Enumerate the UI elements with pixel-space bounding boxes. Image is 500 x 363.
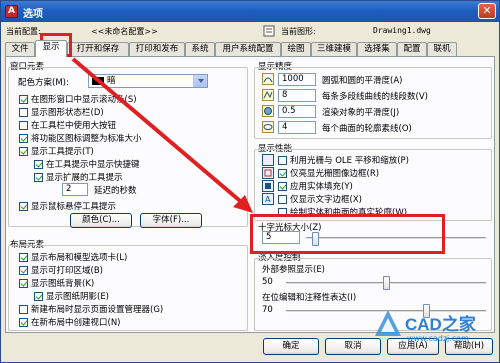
cad-logo-icon (375, 310, 401, 336)
watermark-url: www.cadzj.com (407, 334, 469, 343)
tab-display[interactable]: 显示 (35, 40, 67, 57)
watermark-brand: CAD之家 (405, 315, 476, 334)
options-dialog: A 选项 ✕ 当前配置: <<未命名配置>> 当前图形: Drawing1.dw… (0, 0, 500, 363)
cad-home-watermark: CAD之家 www.cadzj.com (373, 306, 493, 356)
ok-button[interactable]: 确定 (263, 338, 319, 355)
